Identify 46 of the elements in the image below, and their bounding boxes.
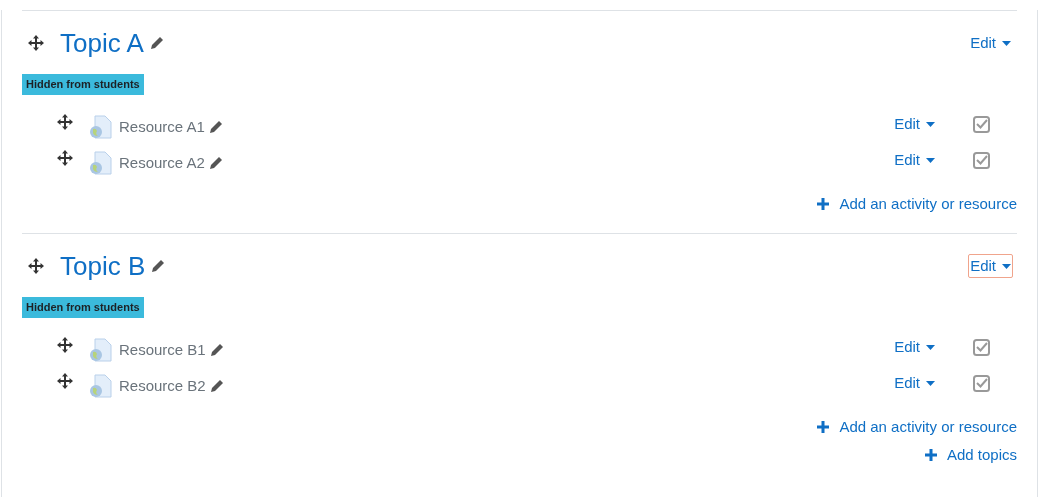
resource-link[interactable]: Resource A2 [119,151,205,175]
plus-icon [817,421,830,433]
move-icon[interactable] [57,114,73,130]
caret-icon [926,157,935,163]
add-activity-link[interactable]: Add an activity or resource [817,415,1017,439]
move-icon[interactable] [28,258,44,274]
completion-checkbox[interactable] [973,338,990,356]
topic-title[interactable]: Topic A [60,23,144,63]
pencil-icon[interactable] [208,156,223,170]
edit-menu-button[interactable]: Edit [894,335,935,359]
resource-link[interactable]: Resource B1 [119,338,206,362]
pencil-icon[interactable] [209,343,224,357]
completion-checkbox[interactable] [973,115,990,133]
hidden-badge: Hidden from students [22,297,144,318]
caret-icon [1002,40,1011,46]
move-icon[interactable] [57,337,73,353]
web-file-icon [89,338,113,362]
add-topics-link[interactable]: Add topics [924,444,1017,467]
add-activity-link[interactable]: Add an activity or resource [817,192,1017,216]
pencil-icon[interactable] [149,36,164,50]
pencil-icon[interactable] [209,379,224,393]
caret-icon [926,121,935,127]
pencil-icon[interactable] [208,120,223,134]
edit-menu-button[interactable]: Edit [894,112,935,136]
move-icon[interactable] [57,150,73,166]
edit-menu-button[interactable]: Edit [968,30,1013,56]
plus-icon [924,449,937,462]
topic-title[interactable]: Topic B [60,246,146,286]
caret-icon [1002,263,1011,269]
caret-icon [926,380,935,386]
pencil-icon[interactable] [151,259,166,273]
web-file-icon [89,151,113,175]
web-file-icon [89,374,113,398]
edit-menu-button[interactable]: Edit [894,148,935,172]
hidden-badge: Hidden from students [22,74,144,95]
edit-menu-button[interactable]: Edit [894,371,935,395]
move-icon[interactable] [28,35,44,51]
resource-link[interactable]: Resource B2 [119,374,206,398]
caret-icon [926,344,935,350]
edit-menu-button[interactable]: Edit [968,253,1013,279]
resource-link[interactable]: Resource A1 [119,115,205,139]
completion-checkbox[interactable] [973,151,990,169]
completion-checkbox[interactable] [973,374,990,392]
plus-icon [817,198,830,210]
web-file-icon [89,115,113,139]
move-icon[interactable] [57,373,73,389]
